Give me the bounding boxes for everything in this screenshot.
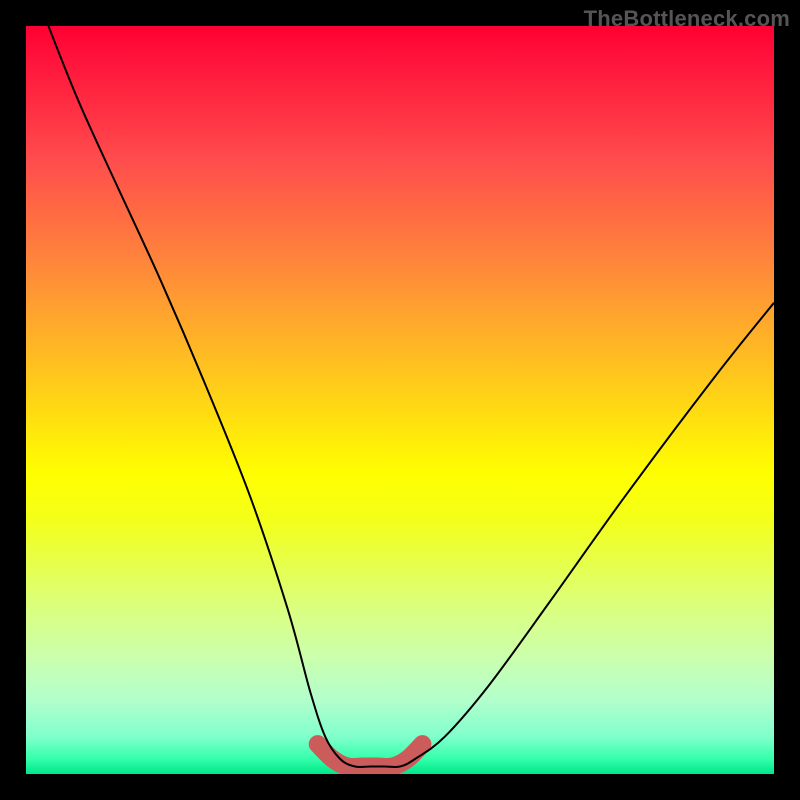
chart-frame: TheBottleneck.com [0, 0, 800, 800]
watermark-text: TheBottleneck.com [584, 6, 790, 32]
chart-svg [26, 26, 774, 774]
plot-area [26, 26, 774, 774]
bottleneck-curve [48, 26, 774, 767]
